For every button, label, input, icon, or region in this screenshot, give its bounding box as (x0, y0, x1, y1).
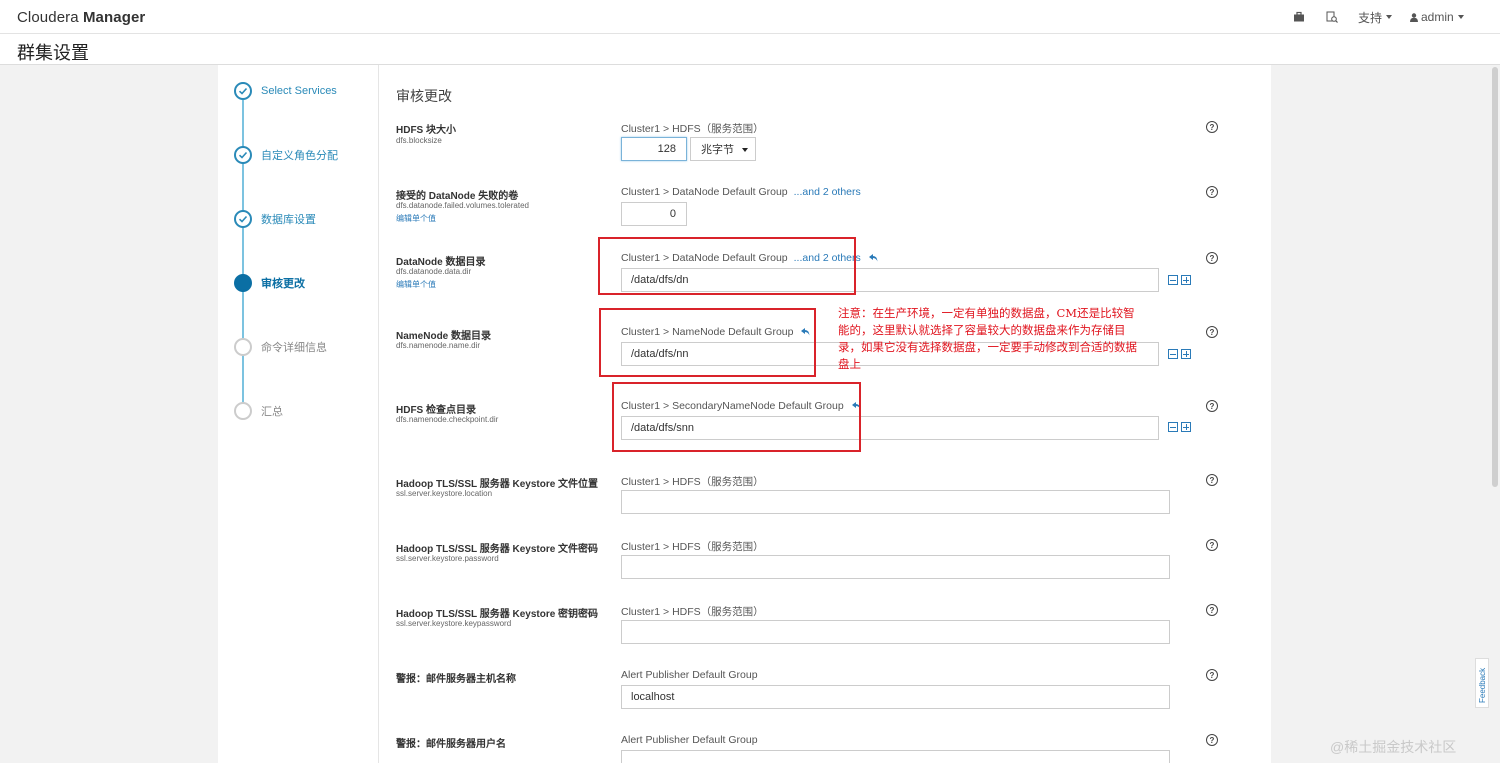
step-database-setup[interactable]: 数据库设置 (234, 209, 316, 229)
section-title: 审核更改 (396, 88, 452, 104)
step-command-details: 命令详细信息 (234, 337, 327, 357)
prop-key: dfs.blocksize (396, 136, 442, 145)
prop-name: DataNode 数据目录 (396, 257, 486, 268)
step-select-services[interactable]: Select Services (234, 81, 337, 101)
watermark: @稀土掘金技术社区 (1330, 739, 1457, 755)
help-icon[interactable]: ? (1206, 604, 1218, 616)
annotation-box-checkpoint (612, 382, 861, 452)
prop-key: ssl.server.keystore.keypassword (396, 619, 512, 628)
prop-key: dfs.namenode.checkpoint.dir (396, 415, 499, 424)
annotation-box-datanode (598, 237, 856, 295)
top-navbar: Cloudera Manager 支持 admin (0, 0, 1500, 34)
keystore-keypassword-input[interactable] (621, 620, 1170, 644)
edit-individual-values-link[interactable]: 编辑单个值 (396, 279, 436, 290)
current-step-icon (234, 274, 252, 292)
prop-scope: Cluster1 > HDFS（服务范围） (621, 541, 764, 553)
help-icon[interactable]: ? (1206, 252, 1218, 264)
search-docs-icon[interactable] (1326, 11, 1338, 23)
edit-individual-values-link[interactable]: 编辑单个值 (396, 213, 436, 224)
annotation-box-namenode (599, 308, 816, 377)
prop-scope: Cluster1 > HDFS（服务范围） (621, 606, 764, 618)
prop-scope: Cluster1 > HDFS（服务范围） (621, 476, 764, 488)
help-icon[interactable]: ? (1206, 669, 1218, 681)
prop-key: dfs.namenode.name.dir (396, 341, 481, 350)
prop-name: 接受的 DataNode 失败的卷 (396, 191, 519, 202)
mail-host-input[interactable]: localhost (621, 685, 1170, 709)
chevron-down-icon (742, 148, 748, 152)
prop-name: HDFS 检查点目录 (396, 405, 476, 416)
check-icon (234, 82, 252, 100)
support-menu[interactable]: 支持 (1358, 0, 1393, 34)
add-row-icon[interactable] (1181, 275, 1191, 285)
chevron-down-icon (1457, 15, 1464, 19)
prop-key: ssl.server.keystore.location (396, 489, 493, 498)
help-icon[interactable]: ? (1206, 186, 1218, 198)
prop-name: Hadoop TLS/SSL 服务器 Keystore 文件位置 (396, 479, 599, 490)
prop-scope: Cluster1 > HDFS（服务范围） (621, 123, 764, 135)
prop-name: 警报：邮件服务器主机名称 (396, 674, 516, 685)
help-icon[interactable]: ? (1206, 539, 1218, 551)
add-row-icon[interactable] (1181, 422, 1191, 432)
mail-user-input[interactable] (621, 750, 1170, 763)
step-review-changes[interactable]: 审核更改 (234, 273, 305, 293)
blocksize-input[interactable]: 128 (621, 137, 687, 161)
others-link[interactable]: ...and 2 others (794, 186, 861, 198)
help-icon[interactable]: ? (1206, 734, 1218, 746)
prop-key: dfs.datanode.failed.volumes.tolerated (396, 201, 529, 210)
prop-scope: Cluster1 > DataNode Default Group ...and … (621, 186, 861, 198)
help-icon[interactable]: ? (1206, 474, 1218, 486)
page-title: 群集设置 (17, 43, 89, 63)
prop-name: Hadoop TLS/SSL 服务器 Keystore 密钥密码 (396, 609, 599, 620)
check-icon (234, 146, 252, 164)
user-menu[interactable]: admin (1410, 0, 1464, 34)
add-row-icon[interactable] (1181, 349, 1191, 359)
help-icon[interactable]: ? (1206, 121, 1218, 133)
step-role-assignment[interactable]: 自定义角色分配 (234, 145, 338, 165)
briefcase-icon[interactable] (1293, 11, 1305, 23)
remove-row-icon[interactable] (1168, 422, 1178, 432)
scrollbar-thumb[interactable] (1492, 67, 1498, 487)
remove-row-icon[interactable] (1168, 349, 1178, 359)
keystore-password-input[interactable] (621, 555, 1170, 579)
undo-icon[interactable] (868, 254, 879, 262)
annotation-note: 注意：在生产环境，一定有单独的数据盘，CM还是比较智能的，这里默认就选择了容量较… (838, 306, 1137, 371)
prop-key: ssl.server.keystore.password (396, 554, 499, 563)
app-brand[interactable]: Cloudera Manager (17, 9, 145, 26)
prop-scope: Alert Publisher Default Group (621, 734, 758, 746)
prop-name: HDFS 块大小 (396, 125, 456, 136)
prop-name: 警报：邮件服务器用户名 (396, 739, 506, 750)
pending-step-icon (234, 402, 252, 420)
keystore-location-input[interactable] (621, 490, 1170, 514)
prop-scope: Alert Publisher Default Group (621, 669, 758, 681)
failed-volumes-input[interactable]: 0 (621, 202, 687, 226)
blocksize-unit-select[interactable]: 兆字节 (690, 137, 756, 161)
remove-row-icon[interactable] (1168, 275, 1178, 285)
pending-step-icon (234, 338, 252, 356)
user-icon (1410, 12, 1418, 22)
prop-key: dfs.datanode.data.dir (396, 267, 472, 276)
prop-name: NameNode 数据目录 (396, 331, 492, 342)
prop-name: Hadoop TLS/SSL 服务器 Keystore 文件密码 (396, 544, 599, 555)
chevron-down-icon (1386, 15, 1393, 19)
help-icon[interactable]: ? (1206, 326, 1218, 338)
step-summary: 汇总 (234, 401, 283, 421)
check-icon (234, 210, 252, 228)
title-bar: 群集设置 (0, 34, 1500, 65)
feedback-tab[interactable]: Feedback (1475, 658, 1489, 708)
help-icon[interactable]: ? (1206, 400, 1218, 412)
